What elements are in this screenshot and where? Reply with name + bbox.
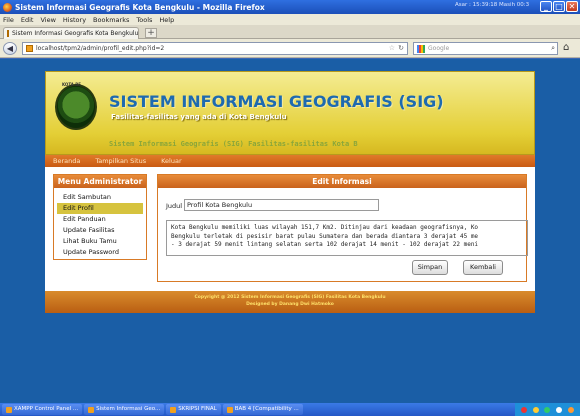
tray-icon[interactable]: [556, 406, 563, 413]
taskbar-label: XAMPP Control Panel ...: [14, 406, 79, 412]
close-button[interactable]: ✕: [566, 1, 578, 12]
url-text: localhost/tpm2/admin/profil_edit.php?id=…: [36, 45, 165, 52]
site-container: KOTA BE SISTEM INFORMASI GEOGRAFIS (SIG)…: [45, 71, 535, 313]
tray-icon[interactable]: [520, 406, 527, 413]
site-identity-icon: [26, 45, 33, 52]
new-tab-button[interactable]: +: [145, 28, 157, 38]
favicon-icon: [7, 30, 9, 37]
content-line: Kota Bengkulu memiliki luas wilayah 151,…: [171, 224, 479, 231]
browser-menu-bar: File Edit View History Bookmarks Tools H…: [0, 14, 580, 25]
save-button[interactable]: Simpan: [412, 260, 448, 275]
footer-copyright: Copyright @ 2012 Sistem Informasi Geogra…: [194, 295, 386, 300]
url-bar[interactable]: localhost/tpm2/admin/profil_edit.php?id=…: [22, 42, 408, 55]
site-header: KOTA BE SISTEM INFORMASI GEOGRAFIS (SIG)…: [45, 71, 535, 155]
taskbar-label: BAB 4 [Compatibility ...: [234, 406, 299, 412]
menu-tools[interactable]: Tools: [136, 16, 152, 24]
site-tagline: Fasilitas-fasilitas yang ada di Kota Ben…: [111, 113, 287, 121]
prayer-time-clock: Asar : 15:39:18 Masih 00:3: [455, 2, 530, 8]
window-title: Sistem Informasi Geografis Kota Bengkulu…: [15, 2, 265, 12]
window-title-bar: Sistem Informasi Geografis Kota Bengkulu…: [0, 0, 580, 14]
minimize-button[interactable]: _: [540, 1, 552, 12]
firefox-icon: [3, 2, 12, 12]
word-icon: [226, 406, 233, 413]
site-footer: Copyright @ 2012 Sistem Informasi Geogra…: [45, 291, 535, 313]
tray-icon[interactable]: [532, 406, 539, 413]
sidebar-item-edit-profil[interactable]: Edit Profil: [57, 203, 143, 214]
tab-active[interactable]: Sistem Informasi Geografis Kota Bengkulu: [3, 27, 139, 39]
menu-history[interactable]: History: [63, 16, 86, 24]
taskbar-item[interactable]: XAMPP Control Panel ...: [2, 404, 83, 415]
tab-label: Sistem Informasi Geografis Kota Bengkulu: [12, 30, 139, 37]
google-icon: [417, 44, 425, 53]
navigation-toolbar: ◀ localhost/tpm2/admin/profil_edit.php?i…: [0, 39, 580, 58]
reload-icon[interactable]: ↻: [398, 44, 404, 52]
content-line: Bengkulu terletak di pesisir barat pulau…: [171, 232, 479, 240]
search-icon[interactable]: ⌕: [551, 44, 555, 53]
tray-icon[interactable]: [544, 406, 551, 413]
tab-strip: Sistem Informasi Geografis Kota Bengkulu…: [0, 25, 580, 39]
tray-icon[interactable]: [568, 406, 575, 413]
taskbar-label: Sistem Informasi Geo...: [96, 406, 161, 412]
sidebar-item-update-password[interactable]: Update Password: [57, 247, 143, 258]
search-input[interactable]: Google ⌕: [413, 42, 558, 55]
logo-caption: KOTA BE: [62, 82, 82, 87]
back-button-form[interactable]: Kembali: [463, 260, 503, 275]
site-title: SISTEM INFORMASI GEOGRAFIS (SIG): [109, 92, 444, 111]
taskbar-item[interactable]: BAB 4 [Compatibility ...: [222, 404, 303, 415]
firefox-icon: [88, 406, 95, 413]
maximize-button[interactable]: □: [553, 1, 565, 12]
page-viewport: KOTA BE SISTEM INFORMASI GEOGRAFIS (SIG)…: [0, 59, 580, 403]
nav-tampilkan-situs-link[interactable]: Tampilkan Situs: [95, 157, 146, 165]
admin-sidebar: Menu Administrator Edit Sambutan Edit Pr…: [53, 174, 147, 260]
content-line: - 3 derajat 59 menit lintang selatan ser…: [171, 241, 479, 248]
edit-informasi-panel: Edit Informasi Judul Profil Kota Bengkul…: [157, 174, 528, 282]
folder-icon: [170, 406, 177, 413]
bookmark-star-icon[interactable]: ☆: [389, 44, 395, 52]
menu-bookmarks[interactable]: Bookmarks: [93, 16, 129, 24]
content-textarea[interactable]: Kota Bengkulu memiliki luas wilayah 151,…: [166, 220, 528, 256]
xampp-icon: [6, 406, 12, 413]
windows-taskbar: XAMPP Control Panel ... Sistem Informasi…: [0, 403, 580, 416]
menu-help[interactable]: Help: [159, 16, 174, 24]
window-controls: _ □ ✕: [540, 1, 578, 12]
panel-title: Edit Informasi: [158, 175, 526, 188]
menu-file[interactable]: File: [3, 16, 14, 24]
menu-edit[interactable]: Edit: [21, 16, 34, 24]
nav-beranda-link[interactable]: Beranda: [53, 157, 80, 165]
sidebar-item-edit-panduan[interactable]: Edit Panduan: [57, 214, 143, 225]
menu-view[interactable]: View: [40, 16, 55, 24]
taskbar-label: SKRIPSI FINAL: [178, 406, 217, 412]
footer-credit: Designed by Danang Dwi Hatmoko: [246, 302, 334, 307]
judul-label: Judul: [166, 202, 183, 210]
site-nav: Beranda Tampilkan Situs Keluar: [45, 155, 535, 167]
city-emblem-logo: [55, 84, 97, 130]
sidebar-item-update-fasilitas[interactable]: Update Fasilitas: [57, 225, 143, 236]
system-tray: [515, 403, 580, 416]
site-subtitle: Sistem Informasi Geografis (SIG) Fasilit…: [109, 140, 358, 148]
nav-keluar-link[interactable]: Keluar: [161, 157, 182, 165]
sidebar-item-lihat-buku-tamu[interactable]: Lihat Buku Tamu: [57, 236, 143, 247]
sidebar-title: Menu Administrator: [54, 175, 146, 188]
taskbar-item[interactable]: Sistem Informasi Geo...: [84, 404, 165, 415]
judul-field[interactable]: Profil Kota Bengkulu: [184, 199, 379, 211]
search-placeholder: Google: [428, 45, 450, 52]
home-icon[interactable]: ⌂: [563, 42, 569, 53]
taskbar-item[interactable]: SKRIPSI FINAL: [166, 404, 221, 415]
back-button[interactable]: ◀: [3, 42, 17, 55]
sidebar-item-edit-sambutan[interactable]: Edit Sambutan: [57, 192, 143, 203]
